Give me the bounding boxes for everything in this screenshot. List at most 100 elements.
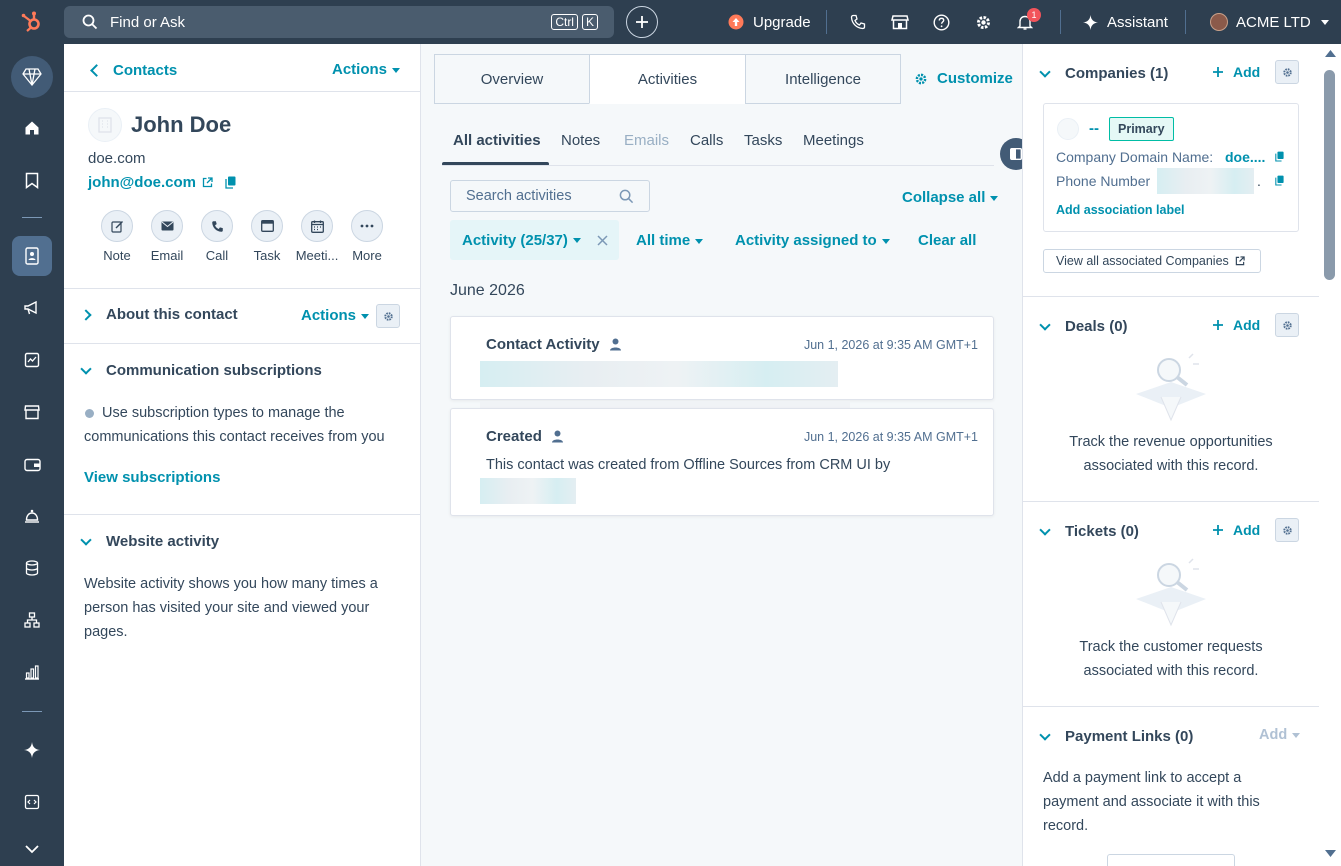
marketplace-icon[interactable] (891, 0, 909, 44)
copy-icon[interactable] (225, 176, 236, 189)
assigned-to-filter[interactable]: Activity assigned to (735, 232, 890, 249)
tab-intelligence[interactable]: Intelligence (745, 54, 901, 104)
company-card: -- Primary Company Domain Name: doe.... … (1043, 103, 1299, 232)
tickets-section-toggle[interactable]: Tickets (0) (1039, 523, 1139, 540)
activity-type-filter[interactable]: Activity (25/37) (450, 220, 619, 260)
divider (64, 343, 420, 344)
settings-gear-icon[interactable] (975, 0, 992, 44)
close-icon[interactable] (597, 234, 608, 246)
bookmark-icon[interactable] (12, 160, 52, 200)
search-icon (619, 189, 634, 203)
deals-title: Deals (0) (1065, 318, 1128, 335)
content-icon[interactable] (12, 340, 52, 380)
view-all-companies-button[interactable]: View all associated Companies (1043, 249, 1261, 273)
view-subscriptions-link[interactable]: View subscriptions (84, 469, 220, 486)
website-activity-toggle[interactable]: Website activity (80, 533, 220, 550)
customize-button[interactable]: Customize (914, 70, 1013, 87)
subtab-calls[interactable]: Calls (690, 132, 723, 149)
marketing-megaphone-icon[interactable] (12, 288, 52, 328)
tickets-settings-gear-icon[interactable] (1275, 518, 1299, 542)
activity-card[interactable]: Contact Activity Jun 1, 2026 at 9:35 AM … (450, 316, 994, 411)
divider (1060, 10, 1061, 34)
deals-settings-gear-icon[interactable] (1275, 313, 1299, 337)
divider (64, 514, 420, 515)
website-description-line1: Website activity shows you how many time… (84, 576, 378, 592)
contact-name[interactable]: John Doe (131, 112, 231, 138)
scroll-down-arrow-icon[interactable] (1325, 850, 1336, 857)
developer-code-icon[interactable] (12, 782, 52, 822)
add-payment-link-dropdown[interactable]: Add (1259, 727, 1301, 743)
about-contact-title: About this contact (106, 306, 238, 323)
payment-links-section-toggle[interactable]: Payment Links (0) (1039, 728, 1193, 745)
clear-all-filters-link[interactable]: Clear all (918, 232, 976, 249)
contacts-icon[interactable] (12, 236, 52, 276)
contact-avatar[interactable] (88, 108, 122, 142)
subtab-tasks[interactable]: Tasks (744, 132, 782, 149)
contact-email[interactable]: john@doe.com (88, 174, 236, 191)
subtab-meetings[interactable]: Meetings (803, 132, 864, 149)
search-activities-placeholder: Search activities (466, 188, 572, 204)
back-to-contacts-link[interactable]: Contacts (90, 62, 178, 79)
scrollbar[interactable] (1321, 44, 1341, 866)
notifications-bell-icon[interactable] (1017, 0, 1033, 44)
plus-icon (1213, 320, 1223, 330)
diamond-icon[interactable] (11, 56, 53, 98)
company-domain-value[interactable]: doe.... (1225, 149, 1265, 165)
upgrade-button[interactable]: Upgrade (728, 0, 811, 44)
commerce-icon[interactable] (12, 392, 52, 432)
deals-section-toggle[interactable]: Deals (0) (1039, 318, 1128, 335)
add-label: Add (1233, 64, 1261, 80)
about-settings-gear-icon[interactable] (376, 304, 400, 328)
redacted-content (480, 361, 838, 387)
add-association-label-link[interactable]: Add association label (1056, 203, 1185, 217)
tab-overview[interactable]: Overview (434, 54, 590, 104)
global-search-input[interactable]: Find or Ask Ctrl K (64, 6, 614, 38)
add-ticket-button[interactable]: Add (1213, 522, 1260, 538)
collapse-all-dropdown[interactable]: Collapse all (902, 189, 999, 206)
scrollbar-thumb[interactable] (1324, 70, 1335, 280)
chevron-down-icon (1039, 523, 1051, 536)
home-icon[interactable] (12, 108, 52, 148)
automation-icon[interactable] (12, 600, 52, 640)
subtab-all-activities[interactable]: All activities (453, 132, 541, 149)
data-management-icon[interactable] (12, 548, 52, 588)
scroll-up-arrow-icon[interactable] (1325, 50, 1336, 57)
copy-icon[interactable] (1275, 151, 1284, 162)
subtab-notes[interactable]: Notes (561, 132, 600, 149)
companies-settings-gear-icon[interactable] (1275, 60, 1299, 84)
account-menu[interactable]: ACME LTD (1210, 0, 1329, 44)
service-bell-icon[interactable] (12, 496, 52, 536)
create-new-button[interactable] (626, 6, 658, 38)
sparkle-icon[interactable] (12, 730, 52, 770)
hubspot-logo-icon[interactable] (0, 0, 64, 44)
help-icon[interactable] (933, 0, 950, 44)
communication-subscriptions-toggle[interactable]: Communication subscriptions (80, 362, 322, 379)
website-activity-title: Website activity (106, 533, 220, 550)
assistant-button[interactable]: Assistant (1083, 0, 1168, 44)
time-range-filter[interactable]: All time (636, 232, 704, 249)
tab-activities[interactable]: Activities (589, 54, 746, 104)
subtab-emails[interactable]: Emails (624, 132, 669, 149)
wallet-icon[interactable] (12, 444, 52, 484)
more-action-button[interactable]: More (337, 210, 397, 263)
company-name-link[interactable]: -- (1089, 120, 1099, 137)
add-company-button[interactable]: Add (1213, 64, 1260, 80)
activity-card[interactable]: Created Jun 1, 2026 at 9:35 AM GMT+1 Thi… (450, 408, 994, 516)
companies-section-toggle[interactable]: Companies (1) (1039, 65, 1168, 82)
external-link-icon (202, 177, 213, 188)
expand-nav-chevron-icon[interactable] (12, 829, 52, 866)
about-contact-section-toggle[interactable]: About this contact (80, 306, 238, 323)
payment-link-button[interactable] (1107, 854, 1235, 866)
back-link-label: Contacts (113, 62, 178, 79)
add-deal-button[interactable]: Add (1213, 317, 1260, 333)
website-description-line2: person has visited your site and viewed … (84, 600, 370, 616)
activity-timestamp: Jun 1, 2026 at 9:35 AM GMT+1 (803, 338, 978, 352)
reporting-chart-icon[interactable] (12, 652, 52, 692)
about-actions-dropdown[interactable]: Actions (301, 307, 370, 324)
record-actions-dropdown[interactable]: Actions (332, 61, 401, 78)
copy-icon[interactable] (1275, 175, 1284, 186)
chevron-down-icon (1039, 728, 1051, 741)
primary-badge: Primary (1109, 117, 1174, 141)
search-activities-input[interactable]: Search activities (450, 180, 650, 212)
calling-icon[interactable] (850, 0, 866, 44)
